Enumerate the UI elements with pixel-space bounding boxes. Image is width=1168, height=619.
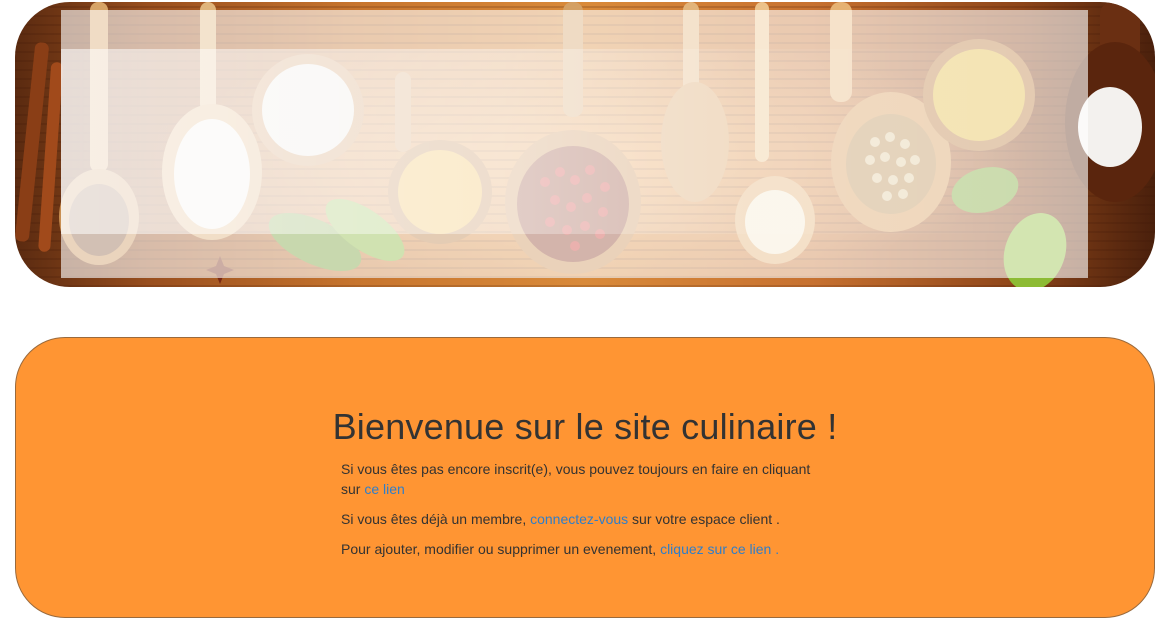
welcome-title: Bienvenue sur le site culinaire !	[332, 406, 838, 447]
welcome-panel: Bienvenue sur le site culinaire ! Si vou…	[15, 337, 1155, 618]
login-text-before: Si vous êtes déjà un membre,	[341, 511, 531, 527]
login-link[interactable]: connectez-vous	[530, 511, 628, 527]
header-banner	[15, 2, 1155, 287]
welcome-body: Si vous êtes pas encore inscrit(e), vous…	[341, 459, 831, 569]
register-link[interactable]: ce lien	[364, 481, 404, 497]
banner-overlay-inner	[61, 49, 1042, 234]
register-paragraph: Si vous êtes pas encore inscrit(e), vous…	[341, 459, 831, 499]
events-paragraph: Pour ajouter, modifier ou supprimer un e…	[341, 539, 831, 559]
manage-events-link[interactable]: cliquez sur ce lien .	[660, 541, 779, 557]
events-text: Pour ajouter, modifier ou supprimer un e…	[341, 541, 661, 557]
login-paragraph: Si vous êtes déjà un membre, connectez-v…	[341, 509, 831, 529]
register-text: Si vous êtes pas encore inscrit(e), vous…	[341, 461, 811, 497]
login-text-after: sur votre espace client .	[628, 511, 780, 527]
